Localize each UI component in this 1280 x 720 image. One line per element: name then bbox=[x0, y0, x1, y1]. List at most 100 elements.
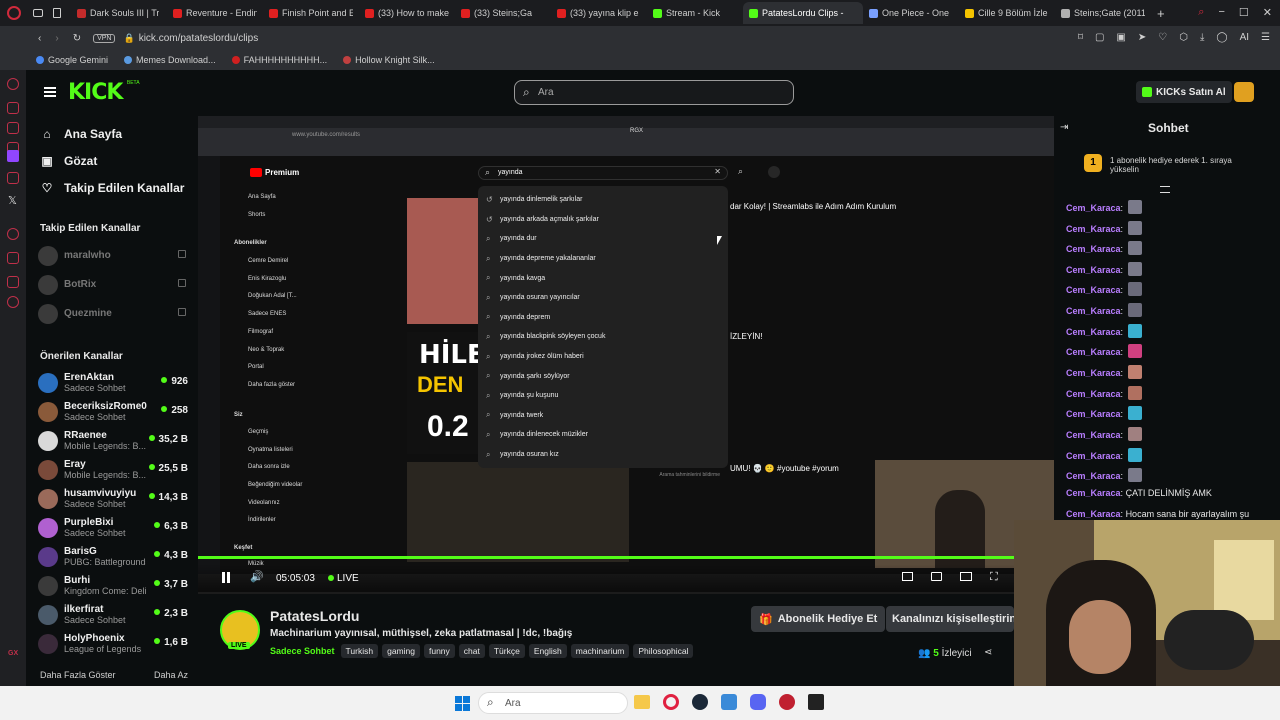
yt-you-item[interactable]: İndirilenler bbox=[248, 517, 276, 523]
search-suggestion[interactable]: ⌕ yayında dinlenecek müzikler bbox=[478, 425, 728, 445]
wallet-icon[interactable]: ▣ bbox=[1116, 32, 1125, 43]
yt-nav-item[interactable]: Shorts bbox=[248, 212, 265, 218]
yt-sub-item[interactable]: Filmograf bbox=[248, 329, 273, 335]
chat-username[interactable]: Cem_Karaca bbox=[1066, 430, 1121, 440]
recommended-channel[interactable]: HolyPhoenix League of Legends 1,6 B bbox=[26, 629, 198, 658]
yt-you-item[interactable]: Videolarınız bbox=[248, 500, 280, 506]
search-suggestion[interactable]: ⌕ yayında şu kuşunu bbox=[478, 386, 728, 406]
nav-item-0[interactable]: ⌂ Ana Sayfa bbox=[26, 120, 198, 147]
bookmark-item[interactable]: FAHHHHHHHHHH... bbox=[231, 55, 327, 65]
browser-tab[interactable]: Cille 9 Bölüm İzle bbox=[959, 2, 1055, 24]
theater-mode-icon[interactable] bbox=[960, 572, 972, 581]
search-suggestion[interactable]: ⌕ yayında dur bbox=[478, 229, 728, 249]
tag-chip[interactable]: gaming bbox=[382, 644, 420, 658]
forward-icon[interactable]: › bbox=[55, 33, 58, 44]
search-suggestion[interactable]: ⌕ yayında blackpink söyleyen çocuk bbox=[478, 327, 728, 347]
yt-clear-icon[interactable]: ✕ bbox=[714, 167, 721, 176]
bookmark-item[interactable]: Google Gemini bbox=[36, 55, 108, 65]
chat-username[interactable]: Cem_Karaca bbox=[1066, 509, 1121, 519]
download-icon[interactable]: ⤓ bbox=[1200, 32, 1204, 43]
downloads-icon[interactable] bbox=[7, 252, 19, 264]
recommended-channel[interactable]: Burhi Kingdom Come: Deli... 3,7 B bbox=[26, 571, 198, 600]
fullscreen-icon[interactable]: ⛶ bbox=[990, 571, 998, 584]
clip-icon[interactable] bbox=[931, 572, 942, 581]
maximize-icon[interactable]: ☐ bbox=[1239, 6, 1249, 19]
yt-mic-icon[interactable] bbox=[768, 166, 780, 178]
chat-username[interactable]: Cem_Karaca bbox=[1066, 368, 1121, 378]
tag-chip[interactable]: chat bbox=[458, 644, 485, 658]
followed-channel[interactable]: maralwho bbox=[26, 241, 198, 270]
channel-name[interactable]: PatatesLordu bbox=[270, 608, 359, 624]
nav-item-2[interactable]: ♡ Takip Edilen Kanallar bbox=[26, 174, 198, 201]
pip-icon[interactable] bbox=[902, 572, 913, 581]
speed-dial-icon[interactable] bbox=[7, 102, 19, 114]
tag-chip[interactable]: Türkçe bbox=[488, 644, 525, 658]
search-suggestion[interactable]: ⌕ yayında depreme yakalananlar bbox=[478, 249, 728, 269]
youtube-search-box[interactable]: ⌕ yayında ✕ bbox=[478, 166, 728, 180]
twitch-icon[interactable] bbox=[7, 150, 19, 162]
followed-channel[interactable]: BotRix bbox=[26, 270, 198, 299]
gx-icon[interactable]: GX bbox=[8, 650, 18, 657]
kick-logo[interactable]: KICK BETA bbox=[68, 80, 140, 105]
followed-channel[interactable]: Quezmine bbox=[26, 299, 198, 328]
x-icon[interactable]: 𝕏 bbox=[8, 194, 17, 207]
search-suggestion[interactable]: ⌕ yayında jrokez ölüm haberi bbox=[478, 347, 728, 367]
yt-sub-item[interactable]: Neo & Toprak bbox=[248, 347, 284, 353]
chat-username[interactable]: Cem_Karaca bbox=[1066, 327, 1121, 337]
yt-you-item[interactable]: Geçmiş bbox=[248, 429, 268, 435]
nav-item-1[interactable]: ▣ Gözat bbox=[26, 147, 198, 174]
epic-games-icon[interactable] bbox=[808, 694, 824, 710]
browser-tab[interactable]: (33) How to make bbox=[359, 2, 455, 24]
customize-channel-button[interactable]: Kanalınızı kişiselleştirin bbox=[886, 606, 1014, 632]
volume-icon[interactable]: 🔊 bbox=[250, 570, 264, 583]
yt-search-input[interactable]: yayında bbox=[498, 169, 523, 176]
search-suggestion[interactable]: ↺ yayında dinlemelik şarkılar bbox=[478, 190, 728, 210]
instagram-icon[interactable] bbox=[7, 172, 19, 184]
chat-username[interactable]: Cem_Karaca bbox=[1066, 203, 1121, 213]
search-suggestion[interactable]: ↺ yayında arkada açmalık şarkılar bbox=[478, 210, 728, 230]
bookmark-icon[interactable]: ⌑ bbox=[1078, 32, 1083, 43]
profile-icon[interactable]: ◯ bbox=[1216, 32, 1227, 43]
hamburger-menu-icon[interactable] bbox=[44, 87, 56, 97]
yt-explore-heading[interactable]: Keşfet bbox=[234, 545, 252, 551]
tab-active[interactable]: PatatesLordu Clips - bbox=[743, 2, 863, 24]
yt-sub-item[interactable]: Portal bbox=[248, 364, 264, 370]
yt-sub-item[interactable]: Cemre Demirel bbox=[248, 258, 288, 264]
send-icon[interactable]: ➤ bbox=[1138, 32, 1146, 43]
report-predictions[interactable]: Arama tahminlerini bildirme bbox=[659, 472, 720, 478]
yt-you-heading[interactable]: Siz bbox=[234, 412, 243, 418]
history-icon[interactable] bbox=[7, 228, 19, 240]
chat-username[interactable]: Cem_Karaca bbox=[1066, 244, 1121, 254]
opera-taskbar-icon[interactable] bbox=[663, 694, 679, 710]
stream-video[interactable]: www.youtube.com/results RGX Premium Ana … bbox=[198, 116, 1054, 594]
browser-tab[interactable]: Stream - Kick bbox=[647, 2, 743, 24]
reload-icon[interactable]: ↻ bbox=[73, 33, 81, 44]
recommended-channel[interactable]: ilkerfirat Sadece Sohbet 2,3 B bbox=[26, 600, 198, 629]
tag-chip[interactable]: Philosophical bbox=[633, 644, 694, 658]
chat-username[interactable]: Cem_Karaca bbox=[1066, 389, 1121, 399]
search-suggestion[interactable]: ⌕ yayında deprem bbox=[478, 308, 728, 328]
discord-icon[interactable] bbox=[750, 694, 766, 710]
gift-sub-button[interactable]: 🎁 Abonelik Hediye Et bbox=[751, 606, 886, 632]
opera-logo-icon[interactable] bbox=[7, 6, 21, 20]
heart-icon[interactable]: ♡ bbox=[1158, 32, 1167, 43]
app-icon-red[interactable] bbox=[779, 694, 795, 710]
search-suggestion[interactable]: ⌕ yayında twerk bbox=[478, 406, 728, 426]
browser-tab[interactable]: Reventure - Endin bbox=[167, 2, 263, 24]
file-explorer-icon[interactable] bbox=[634, 695, 650, 709]
taskbar-search[interactable]: ⌕ Ara bbox=[478, 692, 628, 714]
recommended-channel[interactable]: PurpleBixi Sadece Sohbet 6,3 B bbox=[26, 513, 198, 542]
tag-chip[interactable]: English bbox=[528, 644, 567, 658]
chat-username[interactable]: Cem_Karaca bbox=[1066, 471, 1121, 481]
bookmark-item[interactable]: Memes Download... bbox=[124, 55, 216, 65]
aria-icon[interactable] bbox=[7, 78, 19, 90]
chat-username[interactable]: Cem_Karaca bbox=[1066, 224, 1121, 234]
chat-username[interactable]: Cem_Karaca bbox=[1066, 347, 1121, 357]
recommended-channel[interactable]: ErenAktan Sadece Sohbet 926 bbox=[26, 368, 198, 397]
tag-chip[interactable]: funny bbox=[423, 644, 455, 658]
tab-list-icon[interactable] bbox=[53, 8, 61, 18]
search-box[interactable]: ⌕ Ara bbox=[514, 80, 794, 105]
search-suggestion[interactable]: ⌕ yayında osuran yayıncılar bbox=[478, 288, 728, 308]
new-tab-button[interactable]: + bbox=[1157, 6, 1165, 21]
collapse-chat-icon[interactable]: ⇥ bbox=[1060, 122, 1068, 133]
